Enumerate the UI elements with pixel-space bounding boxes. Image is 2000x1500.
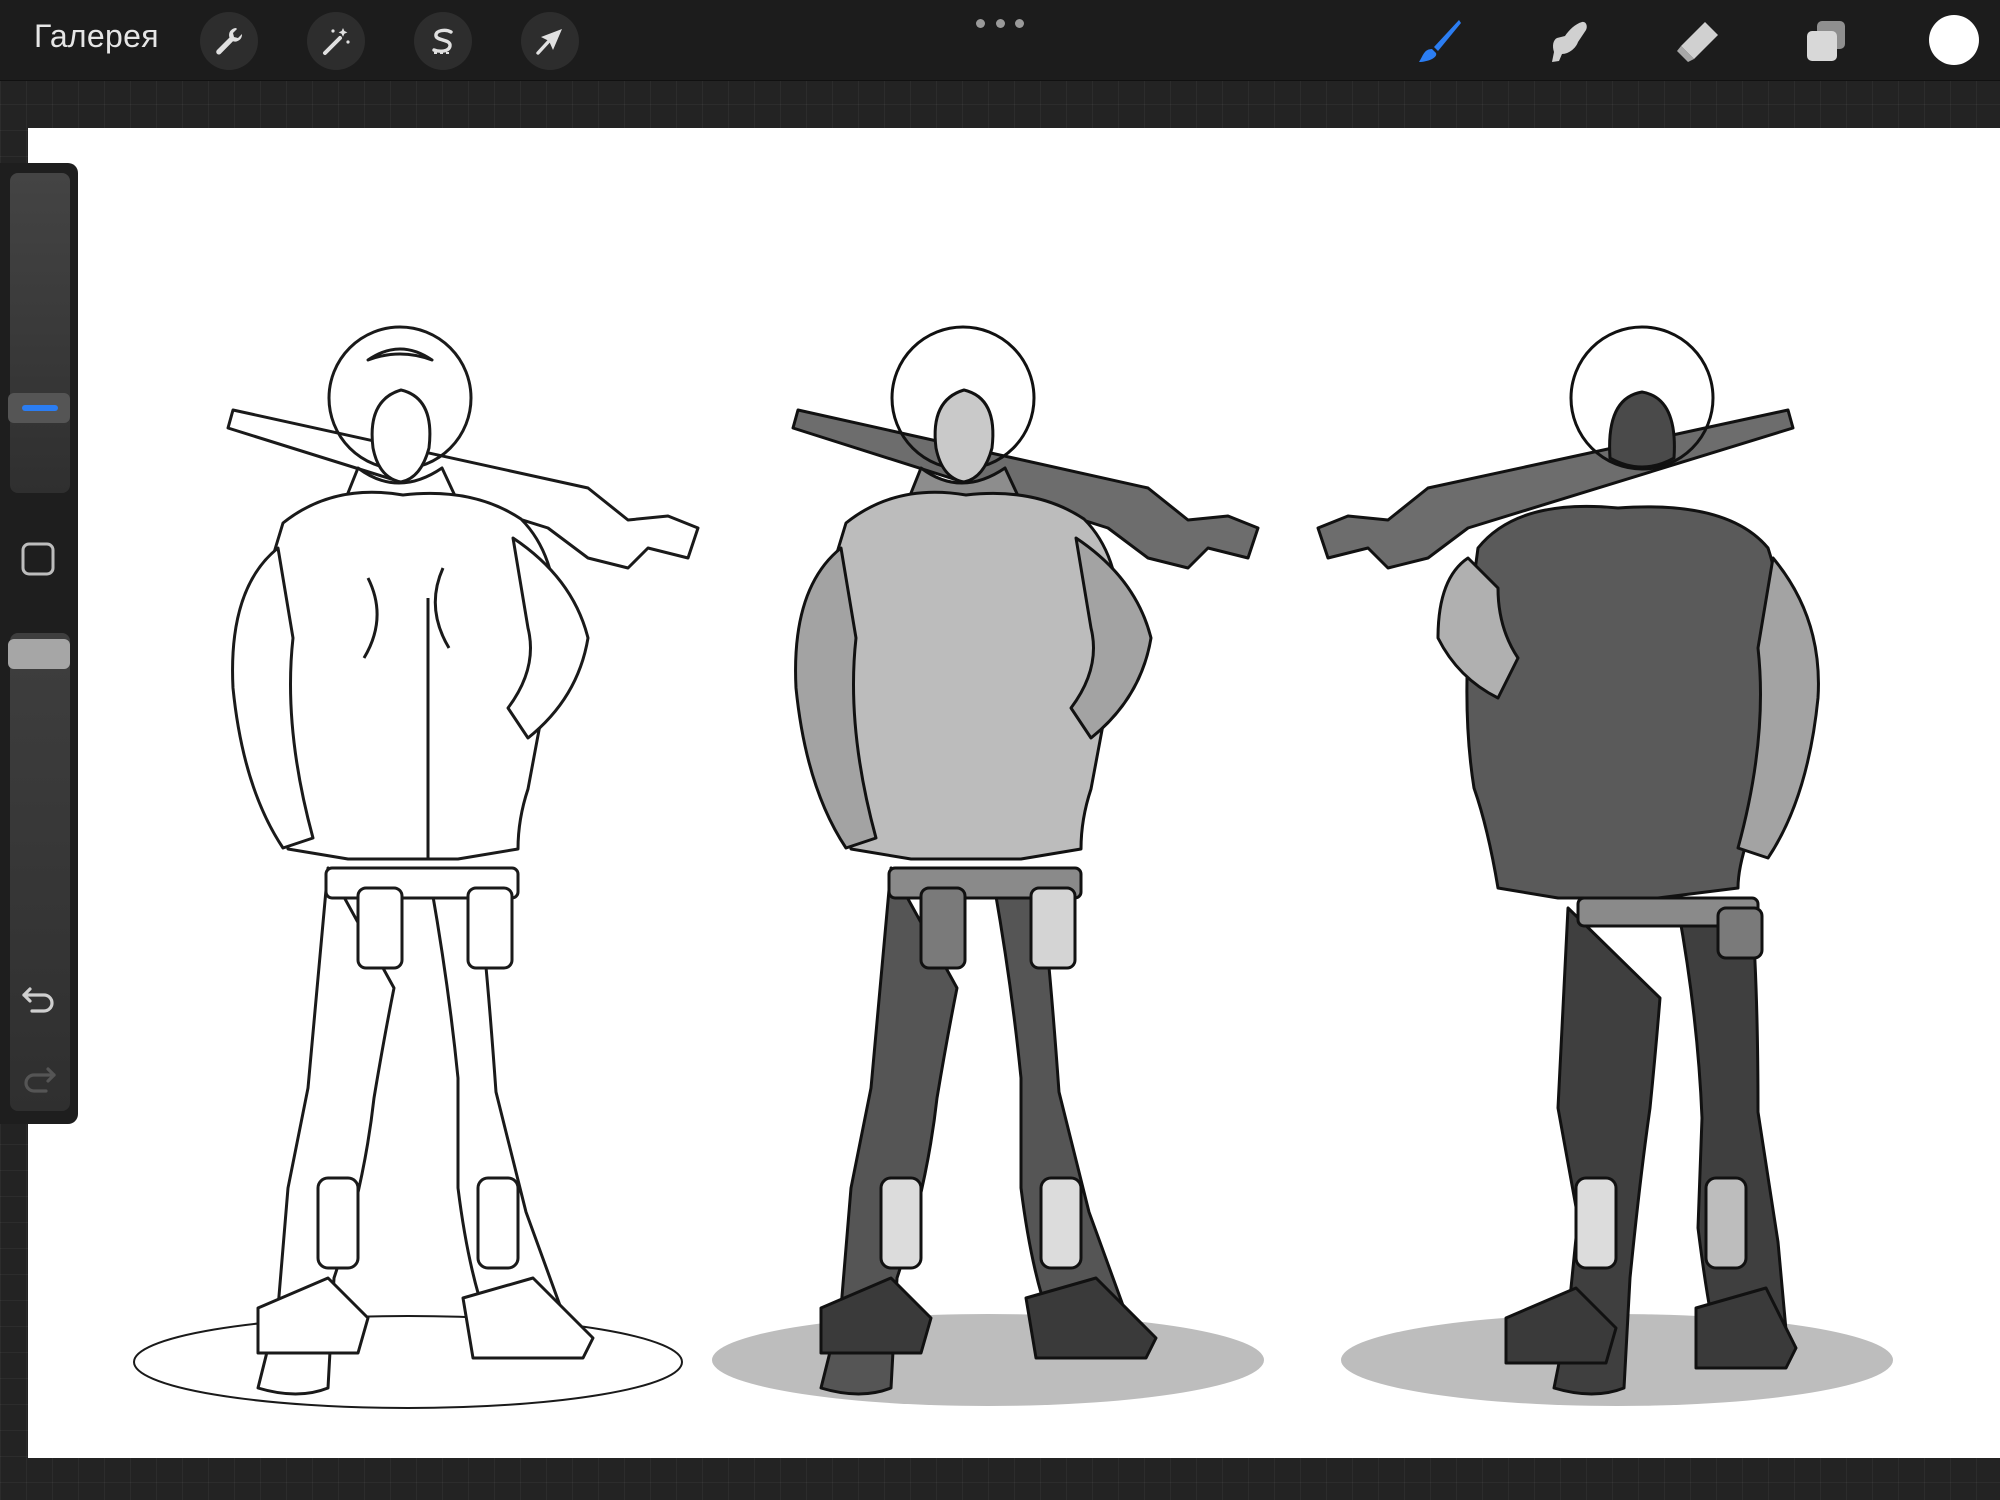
wrench-icon — [216, 28, 243, 55]
magic-wand-icon — [323, 28, 350, 55]
eraser-icon — [1677, 22, 1718, 62]
selection-button[interactable] — [414, 12, 472, 70]
brush-size-slider[interactable] — [10, 173, 70, 493]
selection-s-icon — [432, 28, 453, 54]
smudge-tool-button[interactable] — [1540, 14, 1594, 68]
redo-icon[interactable] — [18, 1055, 60, 1097]
actions-button[interactable] — [200, 12, 258, 70]
top-toolbar: Галерея — [0, 0, 2000, 81]
astronaut-shaded-front — [791, 325, 1260, 1396]
drawing-canvas[interactable] — [28, 128, 2000, 1458]
artwork — [133, 325, 1893, 1409]
undo-icon[interactable] — [18, 975, 60, 1017]
astronaut-lineart-front — [226, 325, 700, 1396]
left-sidebar — [0, 163, 78, 1124]
transform-button[interactable] — [521, 12, 579, 70]
ground-shadow — [712, 1314, 1264, 1406]
color-picker-button[interactable] — [1929, 15, 1979, 65]
smudge-finger-icon — [1552, 21, 1587, 62]
layers-tool-button[interactable] — [1799, 14, 1853, 68]
eraser-tool-button[interactable] — [1670, 14, 1724, 68]
gallery-button[interactable]: Галерея — [34, 18, 159, 55]
opacity-handle[interactable] — [8, 639, 70, 669]
brush-tool-button[interactable] — [1412, 14, 1466, 68]
brush-icon — [1419, 20, 1461, 62]
ground-ellipse-outline — [133, 1315, 683, 1409]
square-modify-icon[interactable] — [20, 541, 56, 577]
layers-icon — [1807, 21, 1845, 61]
adjustments-button[interactable] — [307, 12, 365, 70]
opacity-slider[interactable] — [10, 633, 70, 1111]
arrow-cursor-icon — [536, 29, 562, 55]
more-dots-icon[interactable] — [976, 14, 1024, 32]
astronaut-shaded-back — [1316, 325, 1820, 1396]
brush-size-handle[interactable] — [8, 393, 70, 423]
